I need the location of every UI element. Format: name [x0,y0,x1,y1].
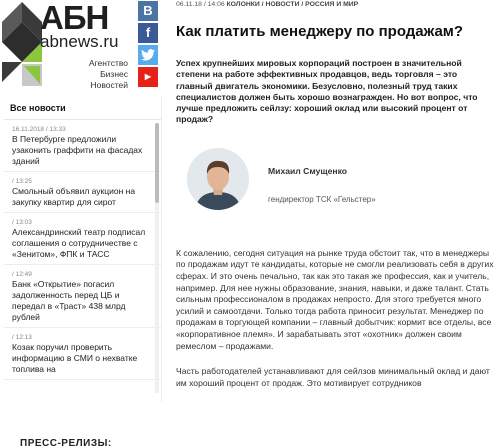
social-links: В f ▶ [138,1,160,89]
news-list: 16.11.2018 / 13:33 В Петербурге предложи… [4,120,161,400]
twitter-icon[interactable] [138,45,158,65]
news-item[interactable]: 16.11.2018 / 13:33 В Петербурге предложи… [4,120,161,172]
news-list-fade [4,382,154,400]
news-scrollbar[interactable] [155,123,159,393]
site-logo[interactable]: АБН abnews.ru Агентство Бизнес Новостей [0,0,132,92]
news-time: 16.11.2018 / 13:33 [12,126,66,133]
logo-tagline: Агентство Бизнес Новостей [89,58,128,91]
author-name: Михаил Смущенко [268,165,348,176]
news-title[interactable]: В Петербурге предложили узаконить граффи… [12,134,153,167]
news-item[interactable]: / 12:13 Козак поручил проверить информац… [4,328,161,380]
news-title[interactable]: Александринский театр подписал соглашени… [12,227,153,260]
logo-tagline-line: Бизнес [100,69,128,79]
news-item[interactable]: / 12:49 Банк «Открытие» погасил задолжен… [4,265,161,328]
author-avatar [187,147,249,210]
news-time: / 12:13 [12,334,32,341]
news-title[interactable]: Банк «Открытие» погасил задолженность пе… [12,279,153,323]
news-title[interactable]: Козак поручил проверить информацию в СМИ… [12,342,153,375]
vk-icon[interactable]: В [138,1,158,21]
author-block: Михаил Смущенко гендиректор ТСК «Гельсте… [176,140,500,248]
youtube-icon[interactable]: ▶ [138,67,158,87]
article-sections[interactable]: КОЛОНКИ / НОВОСТИ / РОССИЯ И МИР [227,1,359,8]
article-meta: 06.11.18 / 14:06 КОЛОНКИ / НОВОСТИ / РОС… [176,0,500,9]
news-title[interactable]: Смольный объявил аукцион на закупку квар… [12,186,153,208]
news-feed: Все новости 16.11.2018 / 13:33 В Петербу… [4,97,162,402]
article-paragraph: К сожалению, сегодня ситуация на рынке т… [176,247,494,351]
facebook-icon[interactable]: f [138,23,158,43]
article-date: 06.11.18 / 14:06 [176,1,225,8]
article-body: К сожалению, сегодня ситуация на рынке т… [176,248,500,390]
logo-tagline-line: Новостей [90,80,128,90]
news-feed-title[interactable]: Все новости [4,97,161,120]
news-scrollbar-thumb[interactable] [155,123,159,203]
news-time: / 13:25 [12,178,32,185]
news-item[interactable]: / 13:25 Смольный объявил аукцион на заку… [4,172,161,213]
logo-tagline-line: Агентство [88,58,128,68]
sidebar: АБН abnews.ru Агентство Бизнес Новостей … [0,0,164,448]
abn-logo-mark [2,2,42,86]
article: 06.11.18 / 14:06 КОЛОНКИ / НОВОСТИ / РОС… [176,0,500,448]
article-title: Как платить менеджеру по продажам? [176,23,464,40]
article-paragraph: Часть работодателей устанавливают для се… [176,366,490,388]
news-time: / 13:03 [12,219,32,226]
news-time: / 12:49 [12,271,32,278]
logo-domain: abnews.ru [40,32,119,51]
news-item[interactable]: / 13:03 Александринский театр подписал с… [4,213,161,265]
logo-brand: АБН [40,0,109,36]
author-role: гендиректор ТСК «Гельстер» [268,194,376,204]
press-releases-heading: ПРЕСС-РЕЛИЗЫ: [20,438,112,448]
article-lead: Успех крупнейших мировых корпораций пост… [176,58,478,125]
